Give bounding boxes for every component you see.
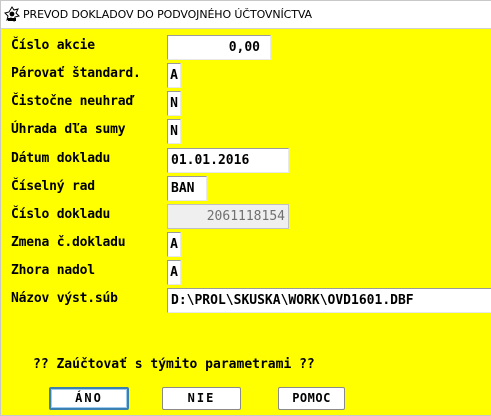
cislo-dokladu-input: 2061118154 xyxy=(167,204,289,229)
app-icon xyxy=(4,6,20,22)
field-label-cislo-akcie: Číslo akcie xyxy=(11,38,95,53)
field-label-zmena: Zmena č.dokladu xyxy=(11,235,126,250)
cislo-akcie-input[interactable]: 0,00 xyxy=(167,35,271,60)
uhrada-dla-sumy-input[interactable]: N xyxy=(167,119,181,144)
field-label-zhora: Zhora nadol xyxy=(11,263,95,278)
field-label-cistocne: Čistočne neuhraď xyxy=(11,94,134,109)
nie-button[interactable]: NIE xyxy=(162,387,241,410)
zmena-dokladu-input[interactable]: A xyxy=(167,232,181,257)
field-label-parovat: Párovať štandard. xyxy=(11,66,141,81)
field-label-cislo-dokladu: Číslo dokladu xyxy=(11,207,111,222)
ciselny-rad-input[interactable]: BAN xyxy=(167,176,207,201)
ano-button[interactable]: ÁNO xyxy=(49,387,129,410)
field-label-uhrada: Úhrada dľa sumy xyxy=(11,122,126,137)
cistocne-neuhrad-input[interactable]: N xyxy=(167,91,181,116)
field-label-ciselny-rad: Číselný rad xyxy=(11,179,95,194)
window-title: PREVOD DOKLADOV DO PODVOJNÉHO ÚČTOVNÍCTV… xyxy=(23,8,312,21)
parovat-standard-input[interactable]: A xyxy=(167,63,181,88)
nazov-suboru-input[interactable]: D:\PROL\SKUSKA\WORK\OVD1601.DBF xyxy=(167,288,491,313)
datum-dokladu-input[interactable]: 01.01.2016 xyxy=(167,148,289,173)
dialog-window: PREVOD DOKLADOV DO PODVOJNÉHO ÚČTOVNÍCTV… xyxy=(0,0,491,416)
field-label-nazov: Názov výst.súb xyxy=(11,291,118,306)
title-bar: PREVOD DOKLADOV DO PODVOJNÉHO ÚČTOVNÍCTV… xyxy=(1,1,491,29)
confirm-question: ?? Zaúčtovať s týmito parametrami ?? xyxy=(33,357,315,372)
zhora-nadol-input[interactable]: A xyxy=(167,260,181,285)
field-label-datum: Dátum dokladu xyxy=(11,151,111,166)
pomoc-button[interactable]: POMOC xyxy=(278,387,345,410)
